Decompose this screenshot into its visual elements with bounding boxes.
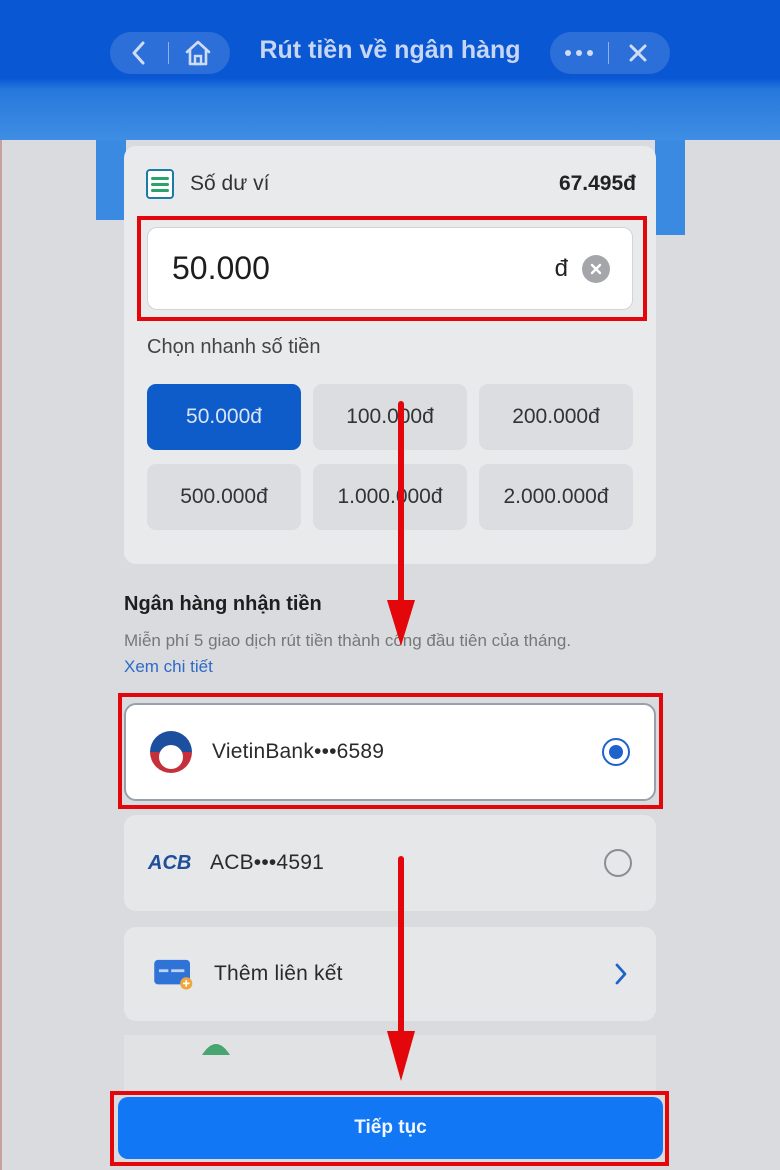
continue-button[interactable]: Tiếp tục: [118, 1097, 663, 1159]
bank-name: ACB•••4591: [210, 851, 324, 874]
receiving-bank-title: Ngân hàng nhận tiền: [124, 593, 322, 615]
see-details-link[interactable]: Xem chi tiết: [124, 657, 213, 676]
home-icon: [185, 40, 211, 66]
header-band-tab-left: [96, 140, 126, 220]
wallet-icon: [146, 169, 174, 199]
wallet-balance: 67.495đ: [558, 172, 636, 195]
page-title: Rút tiền về ngân hàng: [259, 36, 521, 64]
shield-icon: [202, 1044, 230, 1055]
add-link-row[interactable]: Thêm liên kết: [124, 927, 656, 1021]
bank-name: VietinBank•••6589: [212, 740, 385, 763]
card-add-icon: [154, 959, 193, 990]
more-dots-icon: [565, 50, 593, 56]
acb-logo: ACB: [148, 851, 192, 874]
more-button[interactable]: [550, 32, 608, 74]
quick-amount-chip[interactable]: 1.000.000đ: [313, 464, 467, 530]
chevron-left-icon: [132, 41, 145, 65]
close-icon: [629, 44, 647, 62]
chevron-right-icon: [615, 963, 627, 985]
header-band-left: [0, 140, 96, 235]
quick-amount-chip[interactable]: 2.000.000đ: [479, 464, 633, 530]
home-button[interactable]: [169, 32, 227, 74]
radio-selected[interactable]: [602, 738, 630, 766]
amount-value[interactable]: 50.000: [172, 250, 270, 287]
wallet-label: Số dư ví: [190, 172, 270, 195]
quick-amount-chip[interactable]: 200.000đ: [479, 384, 633, 450]
quick-amount-chip[interactable]: 100.000đ: [313, 384, 467, 450]
add-link-label: Thêm liên kết: [214, 962, 343, 985]
header-band-tab-right: [655, 140, 685, 235]
receiving-bank-note: Miễn phí 5 giao dịch rút tiền thành công…: [124, 628, 584, 680]
close-button[interactable]: [609, 32, 667, 74]
currency-symbol: đ: [554, 254, 568, 282]
vietinbank-logo: [150, 731, 192, 773]
clear-circle-icon[interactable]: [582, 254, 610, 283]
fee-note-text: Miễn phí 5 giao dịch rút tiền thành công…: [124, 631, 572, 650]
wallet-balance-row: Số dư ví 67.495đ: [146, 166, 636, 202]
quick-amount-chip[interactable]: 500.000đ: [147, 464, 301, 530]
nav-pill-left: [110, 32, 230, 74]
back-button[interactable]: [110, 32, 168, 74]
quick-amount-label: Chọn nhanh số tiền: [147, 336, 321, 358]
bank-option-acb[interactable]: ACB ACB•••4591: [124, 815, 656, 911]
amount-input[interactable]: 50.000 đ: [147, 227, 633, 310]
radio-unselected[interactable]: [604, 849, 632, 877]
quick-amount-chip[interactable]: 50.000đ: [147, 384, 301, 450]
bank-option-vietinbank[interactable]: VietinBank•••6589: [124, 703, 656, 801]
screen-edge: [0, 140, 2, 1170]
nav-pill-right: [550, 32, 670, 74]
partial-list-row: [124, 1035, 656, 1095]
